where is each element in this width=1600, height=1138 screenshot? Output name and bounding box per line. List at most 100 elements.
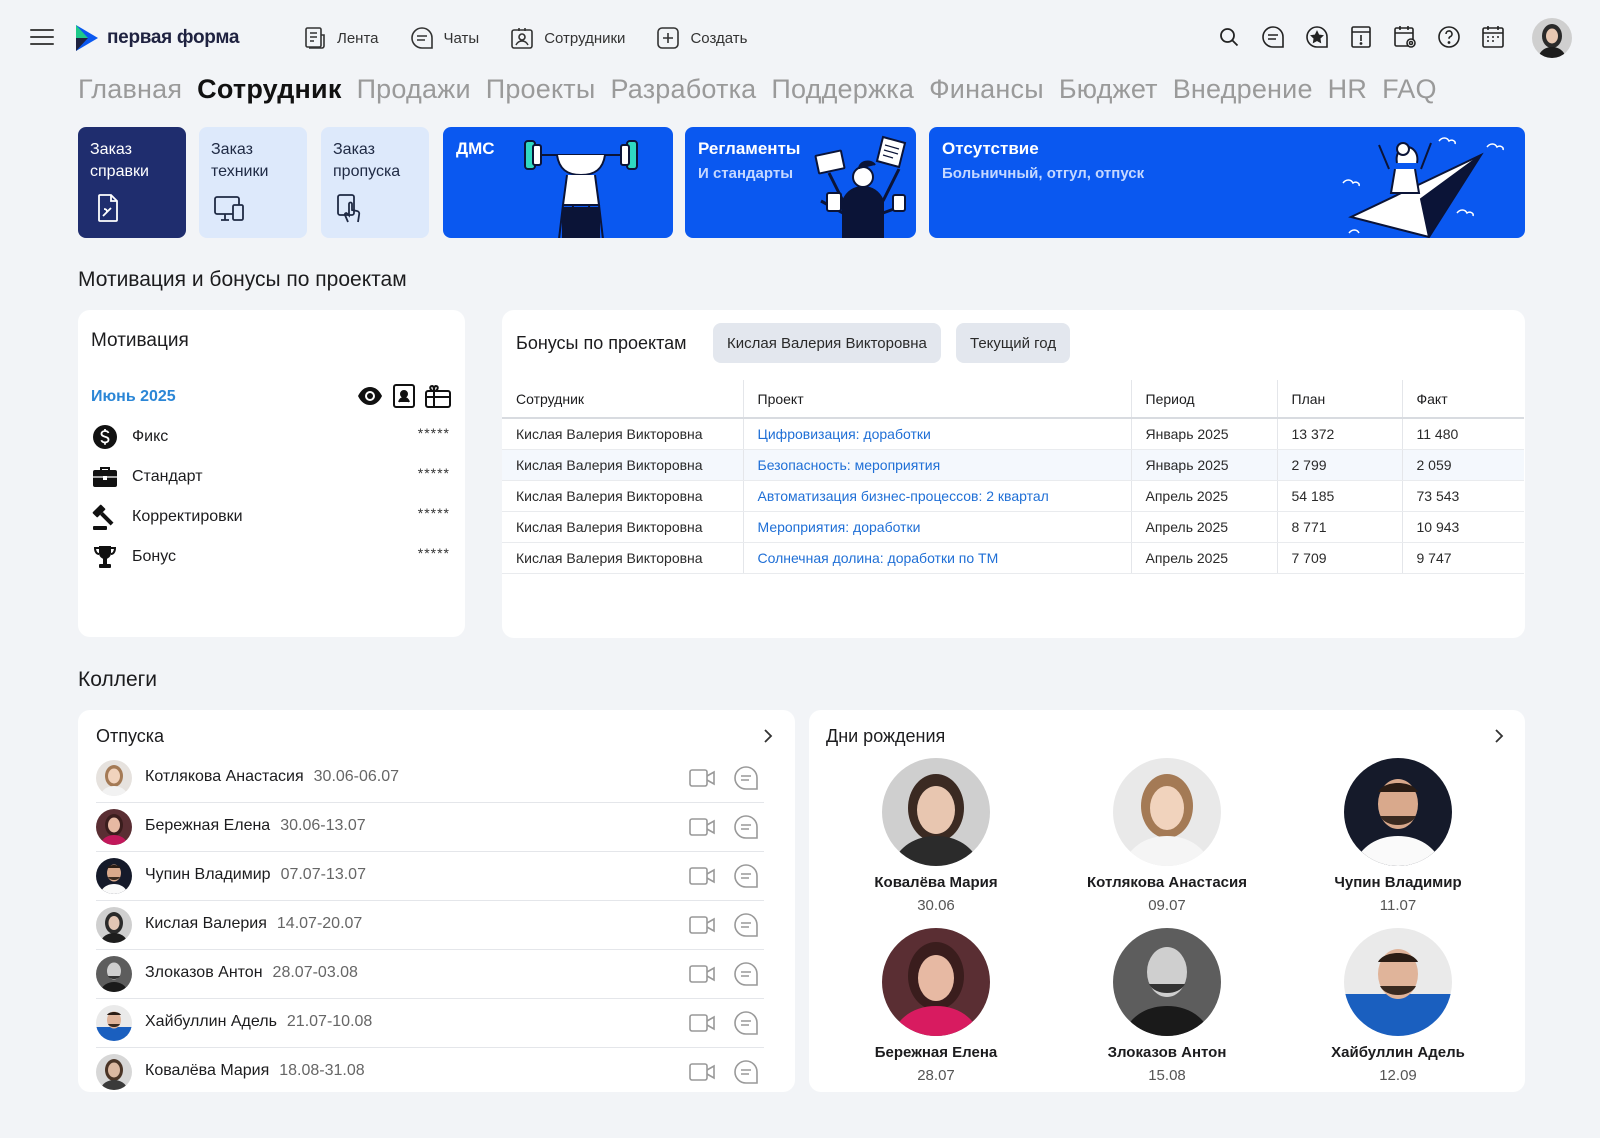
birthday-date: 11.07	[1379, 897, 1417, 914]
logo[interactable]: первая форма	[74, 24, 239, 52]
chat-icon[interactable]	[732, 765, 760, 791]
table-row[interactable]: Кислая Валерия Викторовна Автоматизация …	[502, 480, 1524, 512]
user-avatar[interactable]	[1532, 18, 1572, 58]
column-plan[interactable]: План	[1276, 380, 1402, 419]
multitasking-illustration-icon	[814, 135, 907, 238]
birthday-person[interactable]: Хайбуллин Адель 12.09	[1288, 928, 1508, 1084]
tile-dms[interactable]: ДМС	[443, 127, 673, 238]
motivation-row-fix: Фикс *****	[90, 423, 450, 451]
search-icon[interactable]	[1216, 24, 1242, 50]
vacation-name: Кислая Валерия	[145, 915, 267, 932]
vacation-dates: 30.06-13.07	[280, 817, 366, 834]
tab-development[interactable]: Разработка	[610, 74, 756, 105]
list-item[interactable]: Ковалёва Мария 18.08-31.08	[96, 1048, 764, 1097]
cell-project-link[interactable]: Солнечная долина: доработки по ТМ	[742, 542, 1131, 574]
tab-faq[interactable]: FAQ	[1382, 74, 1437, 105]
chat-icon[interactable]	[732, 863, 760, 889]
video-call-icon[interactable]	[688, 962, 716, 986]
video-call-icon[interactable]	[688, 766, 716, 790]
tile-regulations[interactable]: Регламенты И стандарты	[685, 127, 916, 238]
column-employee[interactable]: Сотрудник	[502, 380, 743, 419]
motivation-month[interactable]: Июнь 2025	[91, 388, 176, 406]
eye-icon[interactable]	[356, 382, 384, 410]
table-row[interactable]: Кислая Валерия Викторовна Безопасность: …	[502, 449, 1524, 481]
cell-fact: 11 480	[1401, 418, 1524, 450]
help-icon[interactable]	[1436, 24, 1462, 50]
list-item[interactable]: Чупин Владимир 07.07-13.07	[96, 852, 764, 901]
chat-bubble-icon[interactable]	[1260, 24, 1286, 50]
tile-order-equipment[interactable]: Заказ техники	[199, 127, 307, 238]
column-fact[interactable]: Факт	[1401, 380, 1524, 419]
list-item[interactable]: Котлякова Анастасия 30.06-06.07	[96, 754, 764, 803]
birthday-person[interactable]: Злоказов Антон 15.08	[1057, 928, 1277, 1084]
list-item[interactable]: Злоказов Антон 28.07-03.08	[96, 950, 764, 999]
table-row[interactable]: Кислая Валерия Викторовна Цифровизация: …	[502, 418, 1524, 450]
main-nav: Лента Чаты Сотрудники Создать	[302, 24, 747, 52]
video-call-icon[interactable]	[688, 864, 716, 888]
chat-icon[interactable]	[732, 961, 760, 987]
tab-projects[interactable]: Проекты	[486, 74, 596, 105]
tab-hr[interactable]: HR	[1328, 74, 1367, 105]
nav-feed[interactable]: Лента	[302, 24, 379, 52]
tile-order-certificate[interactable]: Заказ справки	[78, 127, 186, 238]
tab-implementation[interactable]: Внедрение	[1173, 74, 1313, 105]
list-item[interactable]: Хайбуллин Адель 21.07-10.08	[96, 999, 764, 1048]
tile-absence[interactable]: Отсутствие Больничный, отгул, отпуск	[929, 127, 1525, 238]
tab-sales[interactable]: Продажи	[357, 74, 471, 105]
avatar	[96, 1005, 132, 1041]
cell-employee: Кислая Валерия Викторовна	[502, 542, 743, 574]
table-row[interactable]: Кислая Валерия Викторовна Мероприятия: д…	[502, 511, 1524, 543]
tile-order-pass[interactable]: Заказ пропуска	[321, 127, 429, 238]
calendar-settings-icon[interactable]	[1392, 24, 1418, 50]
chevron-right-icon[interactable]	[1489, 726, 1509, 746]
list-item[interactable]: Бережная Елена 30.06-13.07	[96, 803, 764, 852]
chat-icon[interactable]	[732, 1059, 760, 1085]
tab-finance[interactable]: Финансы	[929, 74, 1044, 105]
column-period[interactable]: Период	[1130, 380, 1277, 419]
chat-icon[interactable]	[732, 814, 760, 840]
profile-card-icon[interactable]	[390, 382, 418, 410]
plus-icon	[657, 27, 680, 49]
cell-project-link[interactable]: Безопасность: мероприятия	[742, 449, 1131, 481]
chat-icon[interactable]	[732, 1010, 760, 1036]
nav-chats[interactable]: Чаты	[409, 24, 479, 52]
chevron-right-icon[interactable]	[758, 726, 778, 746]
notice-icon[interactable]	[1348, 24, 1374, 50]
cell-project-link[interactable]: Автоматизация бизнес-процессов: 2 кварта…	[742, 480, 1131, 512]
video-call-icon[interactable]	[688, 815, 716, 839]
birthday-person[interactable]: Ковалёва Мария 30.06	[826, 758, 1046, 914]
cell-fact: 2 059	[1401, 449, 1524, 481]
nav-create[interactable]: Создать	[655, 24, 747, 52]
video-call-icon[interactable]	[688, 913, 716, 937]
favorites-icon[interactable]	[1304, 24, 1330, 50]
list-item[interactable]: Кислая Валерия 14.07-20.07	[96, 901, 764, 950]
cell-employee: Кислая Валерия Викторовна	[502, 511, 743, 543]
birthday-person[interactable]: Котлякова Анастасия 09.07	[1057, 758, 1277, 914]
column-project[interactable]: Проект	[742, 380, 1131, 419]
filter-period-chip[interactable]: Текущий год	[956, 323, 1071, 363]
cell-project-link[interactable]: Цифровизация: доработки	[742, 418, 1131, 450]
nav-create-label: Создать	[690, 29, 748, 47]
nav-employees[interactable]: Сотрудники	[509, 24, 625, 52]
birthday-person[interactable]: Чупин Владимир 11.07	[1288, 758, 1508, 914]
vacations-title: Отпуска	[96, 726, 165, 746]
cell-project-link[interactable]: Мероприятия: доработки	[742, 511, 1131, 543]
gift-card-icon[interactable]	[424, 382, 452, 410]
birthday-name: Бережная Елена	[874, 1044, 998, 1061]
table-row[interactable]: Кислая Валерия Викторовна Солнечная доли…	[502, 542, 1524, 574]
cell-employee: Кислая Валерия Викторовна	[502, 449, 743, 481]
tab-employee[interactable]: Сотрудник	[197, 74, 341, 105]
tab-support[interactable]: Поддержка	[771, 74, 914, 105]
filter-employee-chip[interactable]: Кислая Валерия Викторовна	[713, 323, 941, 363]
video-call-icon[interactable]	[688, 1011, 716, 1035]
tab-main[interactable]: Главная	[78, 74, 182, 105]
chat-icon[interactable]	[732, 912, 760, 938]
employees-icon	[511, 28, 533, 49]
calendar-icon[interactable]	[1480, 24, 1506, 50]
tile-regulations-subtitle: И стандарты	[698, 165, 794, 182]
menu-icon[interactable]	[30, 27, 54, 47]
video-call-icon[interactable]	[688, 1060, 716, 1084]
tab-budget[interactable]: Бюджет	[1059, 74, 1158, 105]
birthday-person[interactable]: Бережная Елена 28.07	[826, 928, 1046, 1084]
vacation-dates: 07.07-13.07	[280, 866, 366, 883]
